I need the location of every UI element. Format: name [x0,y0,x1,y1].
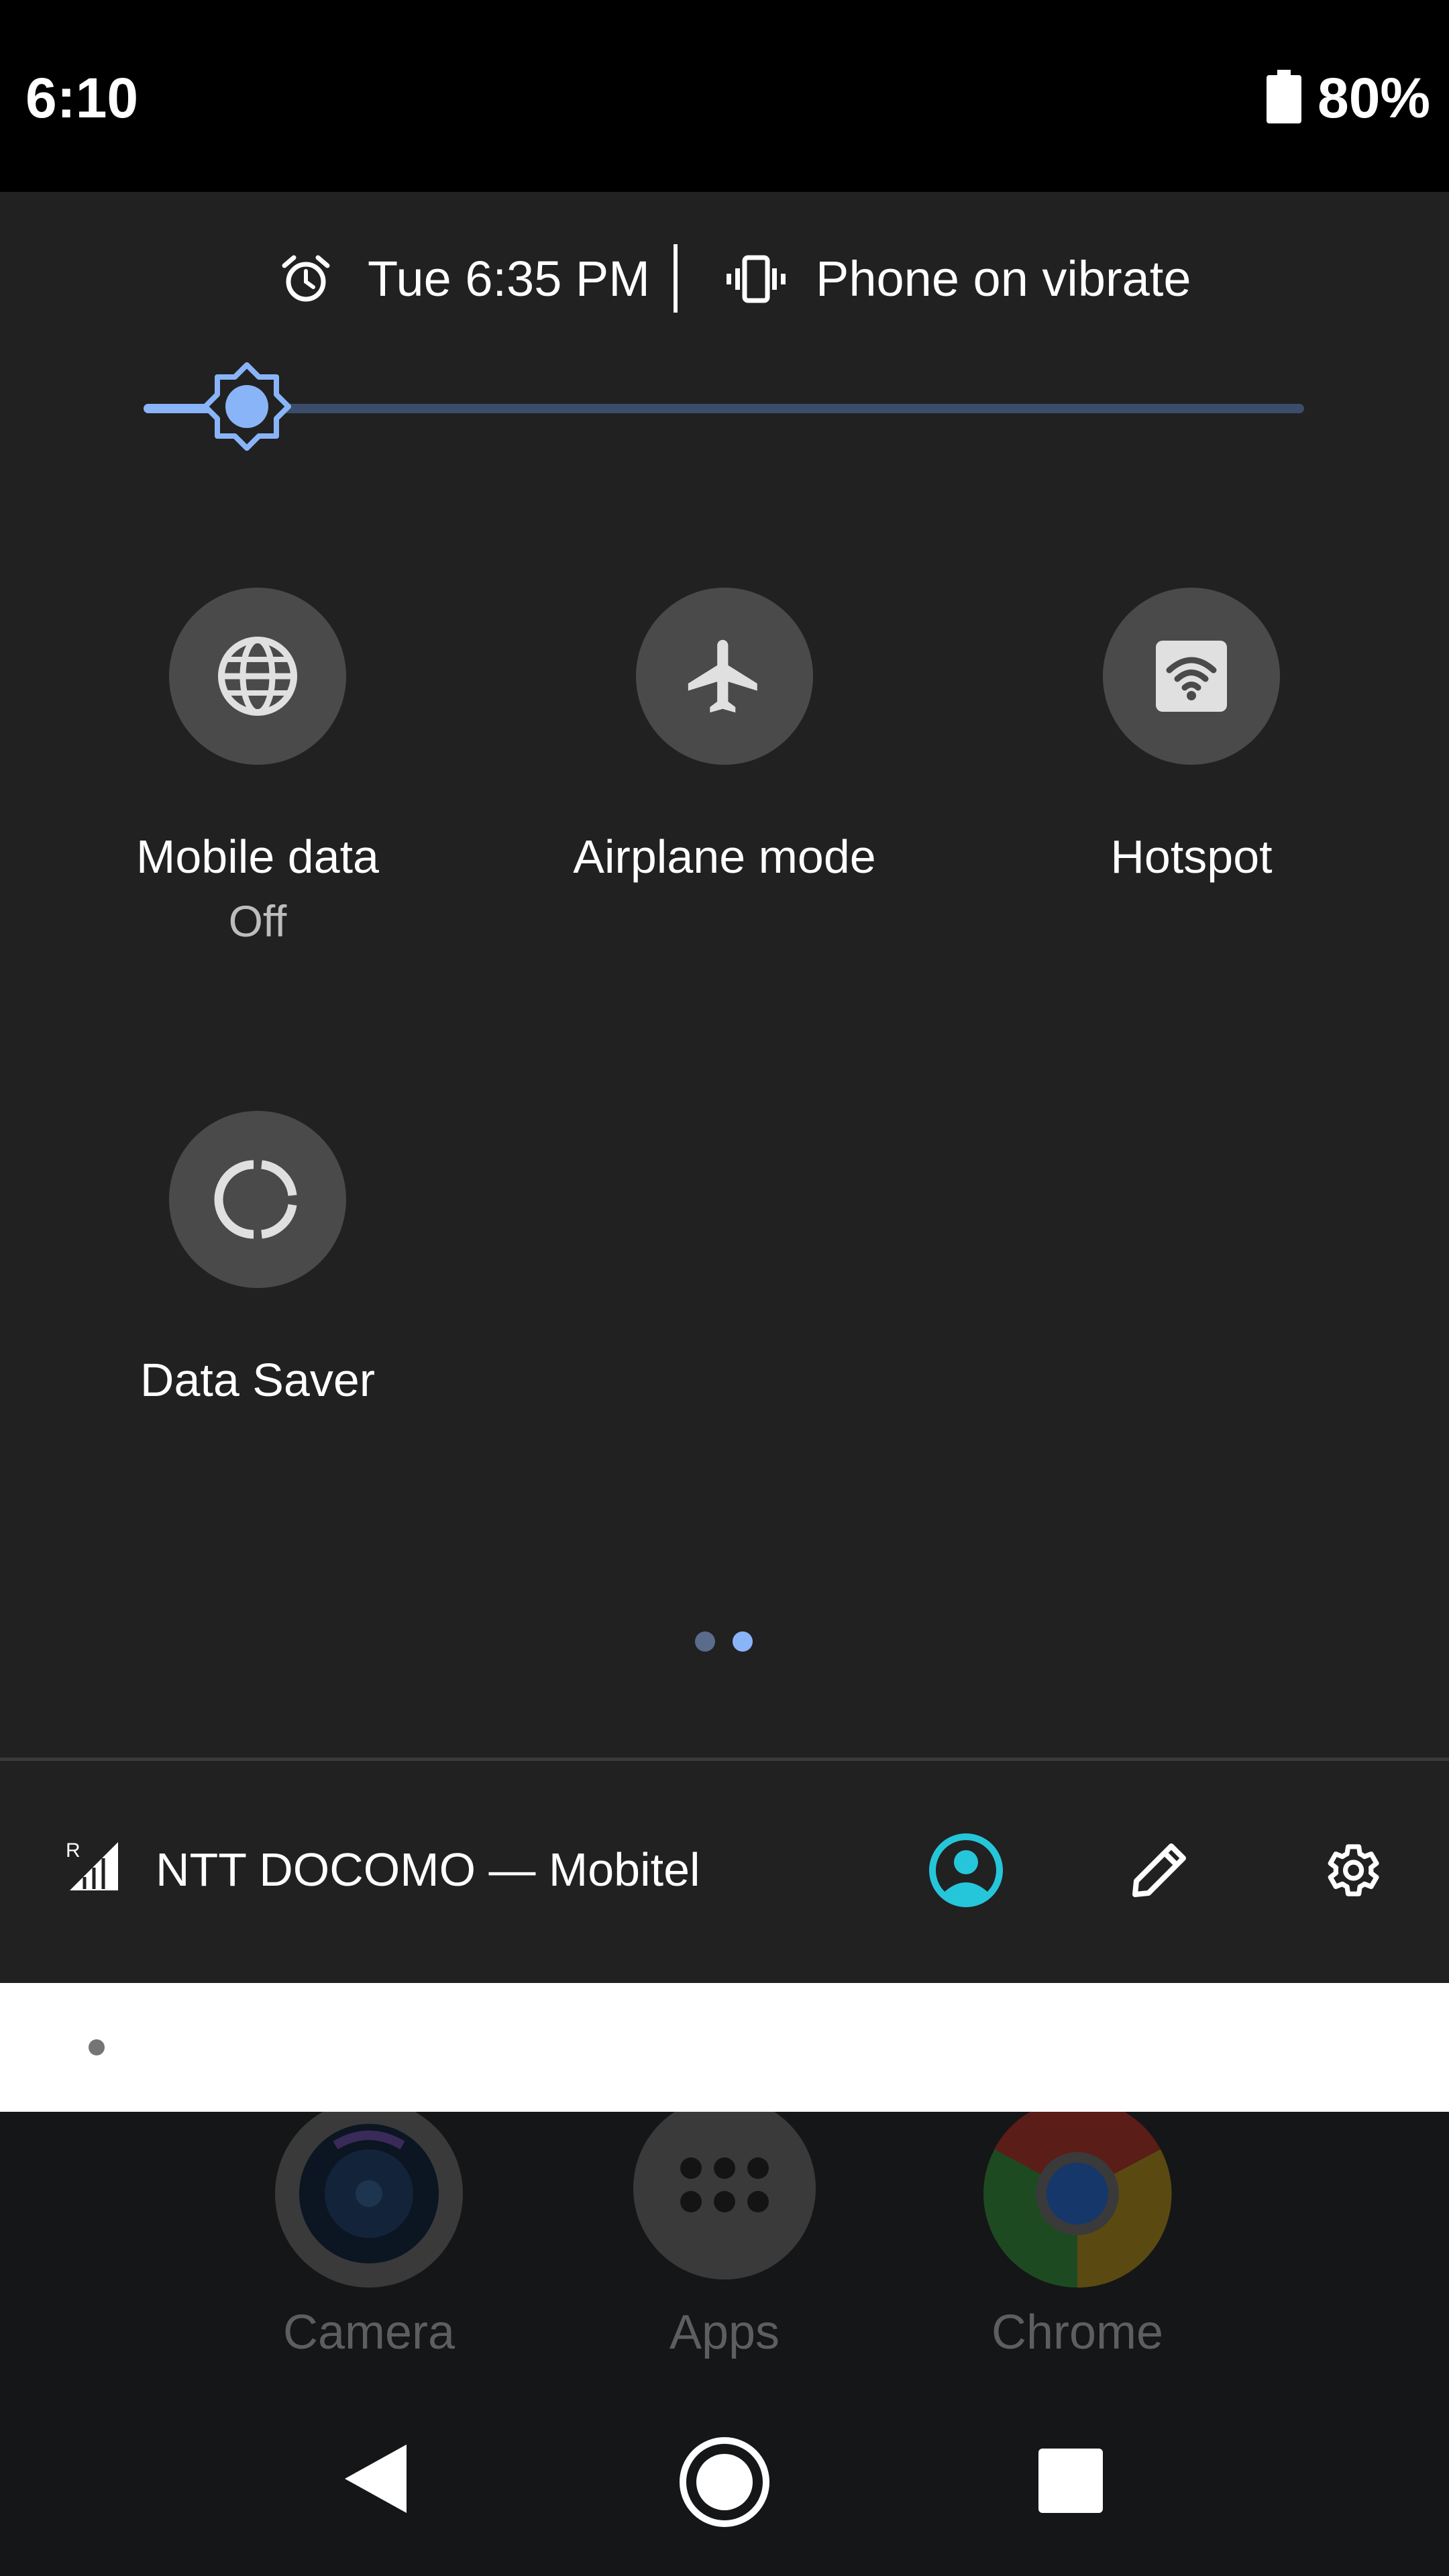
vibrate-icon [727,255,786,303]
ringer-status[interactable]: Phone on vibrate [816,246,1191,313]
tile-mobile-data-button[interactable] [169,588,346,765]
nav-home-icon[interactable] [678,2435,771,2529]
edit-icon[interactable] [1127,1838,1191,1902]
battery-percentage: 80% [1318,66,1431,129]
alarm-icon [282,255,330,302]
tile-hotspot-label: Hotspot [1110,830,1273,883]
tile-airplane-mode[interactable]: Airplane mode [523,588,926,896]
chrome-icon[interactable] [982,2098,1173,2289]
carrier-name: NTT DOCOMO — Mobitel [156,1843,700,1896]
camera-icon[interactable] [274,2098,464,2289]
status-bar [0,0,1449,192]
dock-label-camera: Camera [282,2306,455,2359]
tile-data-saver[interactable]: Data Saver [56,1111,459,1419]
tile-airplane-mode-label: Airplane mode [573,830,876,883]
user-icon[interactable] [928,1833,1004,1908]
globe-icon [218,637,297,716]
brightness-slider-track[interactable] [144,404,1304,413]
tile-mobile-data[interactable]: Mobile data Off [56,588,459,963]
hotspot-icon [1156,641,1227,712]
quick-settings-panel [0,192,1449,1983]
panel-divider [0,1758,1449,1761]
data-saver-icon [214,1160,297,1239]
next-alarm[interactable]: Tue 6:35 PM [368,246,650,313]
apps-icon[interactable] [631,2101,818,2279]
tile-airplane-mode-button[interactable] [636,588,813,765]
notification-strip[interactable] [0,1983,1449,2112]
header-divider [674,244,678,313]
signal-roaming-icon: R [66,1839,118,1890]
dock-label-apps: Apps [669,2306,780,2359]
tile-hotspot[interactable]: Hotspot [990,588,1393,896]
airplane-icon [688,639,757,713]
tile-data-saver-label: Data Saver [140,1354,376,1406]
battery-icon [1267,70,1301,123]
dock-label-chrome: Chrome [991,2306,1164,2359]
nav-back-icon[interactable] [342,2442,409,2516]
tile-data-saver-button[interactable] [169,1111,346,1288]
tile-mobile-data-status: Off [228,896,287,946]
status-clock: 6:10 [25,66,139,129]
roaming-indicator: R [66,1839,80,1862]
settings-gear-icon[interactable] [1319,1838,1383,1902]
tile-mobile-data-label: Mobile data [136,830,379,883]
page-dot-2-active[interactable] [733,1631,753,1652]
nav-recents-icon[interactable] [1038,2449,1103,2513]
tile-hotspot-button[interactable] [1103,588,1280,765]
page-dot-1[interactable] [695,1631,715,1652]
notification-dot [89,2039,105,2055]
brightness-slider-thumb[interactable] [203,362,291,451]
